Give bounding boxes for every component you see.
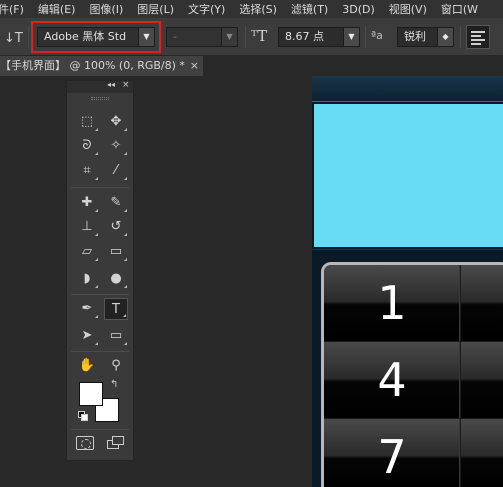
phone-screen-area	[314, 104, 503, 247]
screen-mode-icon[interactable]	[107, 436, 125, 450]
rectangle-tool-icon[interactable]: ▭	[104, 325, 128, 347]
chevron-down-icon: ▼	[221, 28, 237, 46]
divider	[71, 429, 129, 430]
screen-mode-front	[112, 436, 124, 445]
menu-filter[interactable]: 滤镜(T)	[291, 1, 328, 17]
svg-text:↓T: ↓T	[4, 31, 23, 46]
divider	[312, 249, 503, 250]
key-digit: 4	[377, 353, 407, 407]
font-size-value: 8.67 点	[285, 30, 324, 43]
document-tab-title: 【手机界面】 @ 100% (0, RGB/8) *	[0, 59, 185, 72]
clone-stamp-tool-icon[interactable]: ⊥	[75, 216, 99, 238]
default-colors-icon[interactable]	[78, 411, 88, 421]
menu-bar: 件(F) 编辑(E) 图像(I) 图层(L) 文字(Y) 选择(S) 滤镜(T)…	[0, 0, 503, 18]
menu-select[interactable]: 选择(S)	[239, 1, 277, 17]
align-left-button[interactable]	[466, 25, 490, 49]
divider	[71, 294, 129, 295]
font-style-value: -	[173, 30, 177, 43]
menu-type[interactable]: 文字(Y)	[188, 1, 225, 17]
pen-tool-icon[interactable]: ✒	[75, 298, 99, 320]
type-tool-icon[interactable]: T	[104, 298, 128, 320]
hand-tool-icon[interactable]: ✋	[75, 355, 99, 377]
status-bar-graphic	[312, 76, 503, 102]
blur-tool-icon[interactable]: ◗	[75, 268, 99, 290]
menu-view[interactable]: 视图(V)	[389, 1, 427, 17]
separator	[365, 26, 366, 48]
document-canvas[interactable]: 1 4 7	[312, 76, 503, 487]
dodge-tool-icon[interactable]: ●	[104, 268, 128, 290]
close-icon[interactable]: ×	[122, 80, 130, 90]
separator	[245, 26, 246, 48]
highlight-box	[31, 21, 161, 53]
eraser-tool-icon[interactable]: ▱	[75, 241, 99, 263]
document-tab[interactable]: 【手机界面】 @ 100% (0, RGB/8) * ×	[0, 56, 203, 76]
keypad: 1 4 7	[321, 262, 503, 487]
lasso-tool-icon[interactable]: ᘐ	[75, 135, 99, 157]
key-button	[461, 419, 503, 487]
options-bar: ↓T Adobe 黑体 Std ▼ - ▼ ᵀT 8.67 点 ▼ ªa 锐利 …	[0, 18, 503, 56]
document-tab-bar: 【手机界面】 @ 100% (0, RGB/8) * ×	[0, 56, 503, 76]
quick-mask-icon[interactable]	[76, 436, 94, 450]
menu-window[interactable]: 窗口(W	[441, 1, 478, 17]
key-digit: 1	[377, 276, 407, 330]
swap-colors-icon[interactable]: ↰	[110, 379, 118, 390]
align-left-icon	[471, 31, 485, 33]
tool-preset-picker[interactable]: ↓T	[3, 27, 23, 47]
keypad-row: 1	[324, 265, 503, 341]
font-size-select[interactable]: 8.67 点 ▼	[278, 27, 360, 47]
tools-panel-header[interactable]: ◂◂ ×	[67, 80, 133, 93]
antialias-icon: ªa	[371, 29, 383, 42]
antialias-value: 锐利	[404, 30, 426, 43]
marquee-tool-icon[interactable]: ⬚	[75, 111, 99, 133]
collapse-icon[interactable]: ◂◂	[107, 80, 115, 89]
separator	[460, 26, 461, 48]
key-digit: 7	[377, 430, 407, 484]
gradient-tool-icon[interactable]: ▭	[104, 241, 128, 263]
font-style-select[interactable]: - ▼	[166, 27, 238, 47]
eyedropper-tool-icon[interactable]: ⁄	[104, 160, 128, 182]
menu-edit[interactable]: 编辑(E)	[38, 1, 76, 17]
foreground-color-swatch[interactable]	[79, 382, 103, 406]
magic-wand-tool-icon[interactable]: ✧	[104, 135, 128, 157]
healing-brush-tool-icon[interactable]: ✚	[75, 192, 99, 214]
crop-tool-icon[interactable]: ⌗	[75, 160, 99, 182]
menu-file[interactable]: 件(F)	[0, 1, 24, 17]
zoom-tool-icon[interactable]: ⚲	[104, 355, 128, 377]
menu-layer[interactable]: 图层(L)	[137, 1, 174, 17]
default-bg-square	[81, 414, 88, 421]
path-selection-tool-icon[interactable]: ➤	[75, 325, 99, 347]
align-line	[471, 43, 481, 45]
align-line	[471, 35, 481, 37]
separator	[28, 26, 29, 48]
align-line	[471, 39, 485, 41]
brush-tool-icon[interactable]: ✎	[104, 192, 128, 214]
panel-grip[interactable]	[91, 97, 109, 100]
keypad-row: 4	[324, 342, 503, 418]
keypad-row: 7	[324, 419, 503, 487]
divider	[71, 187, 129, 188]
move-tool-icon[interactable]: ✥	[104, 111, 128, 133]
close-icon[interactable]: ×	[190, 56, 199, 76]
key-button	[461, 265, 503, 341]
chevron-updown-icon: ◆	[437, 28, 453, 46]
font-size-icon: ᵀT	[251, 27, 268, 45]
chevron-down-icon: ▼	[343, 28, 359, 46]
key-button	[461, 342, 503, 418]
type-tool-icon: ↓T	[4, 31, 23, 46]
antialias-select[interactable]: 锐利 ◆	[397, 27, 454, 47]
divider	[71, 351, 129, 352]
history-brush-tool-icon[interactable]: ↺	[104, 216, 128, 238]
menu-3d[interactable]: 3D(D)	[342, 3, 375, 16]
tools-panel: ◂◂ × ⬚ ✥ ᘐ ✧ ⌗ ⁄ ✚ ✎ ⊥ ↺ ▱ ▭ ◗ ● ✒ T ➤ ▭…	[66, 80, 134, 461]
menu-image[interactable]: 图像(I)	[89, 1, 123, 17]
